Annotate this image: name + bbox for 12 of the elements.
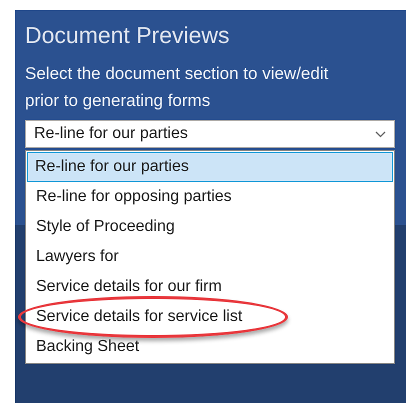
dropdown-option[interactable]: Re-line for opposing parties	[27, 182, 393, 212]
dropdown-option[interactable]: Backing Sheet	[27, 332, 393, 362]
dropdown[interactable]: Re-line for our parties	[25, 120, 395, 148]
dropdown-option[interactable]: Style of Proceeding	[27, 212, 393, 242]
chevron-down-icon	[375, 130, 386, 138]
dropdown-option[interactable]: Service details for service list	[27, 302, 393, 332]
dropdown-option[interactable]: Service details for our firm	[27, 272, 393, 302]
dropdown-value: Re-line for our parties	[34, 124, 188, 144]
dropdown-option[interactable]: Lawyers for	[27, 242, 393, 272]
instructions: Select the document section to view/edit prior to generating forms	[25, 63, 330, 112]
panel-title: Document Previews	[25, 21, 230, 50]
dropdown-option[interactable]: Re-line for our parties	[27, 152, 393, 182]
